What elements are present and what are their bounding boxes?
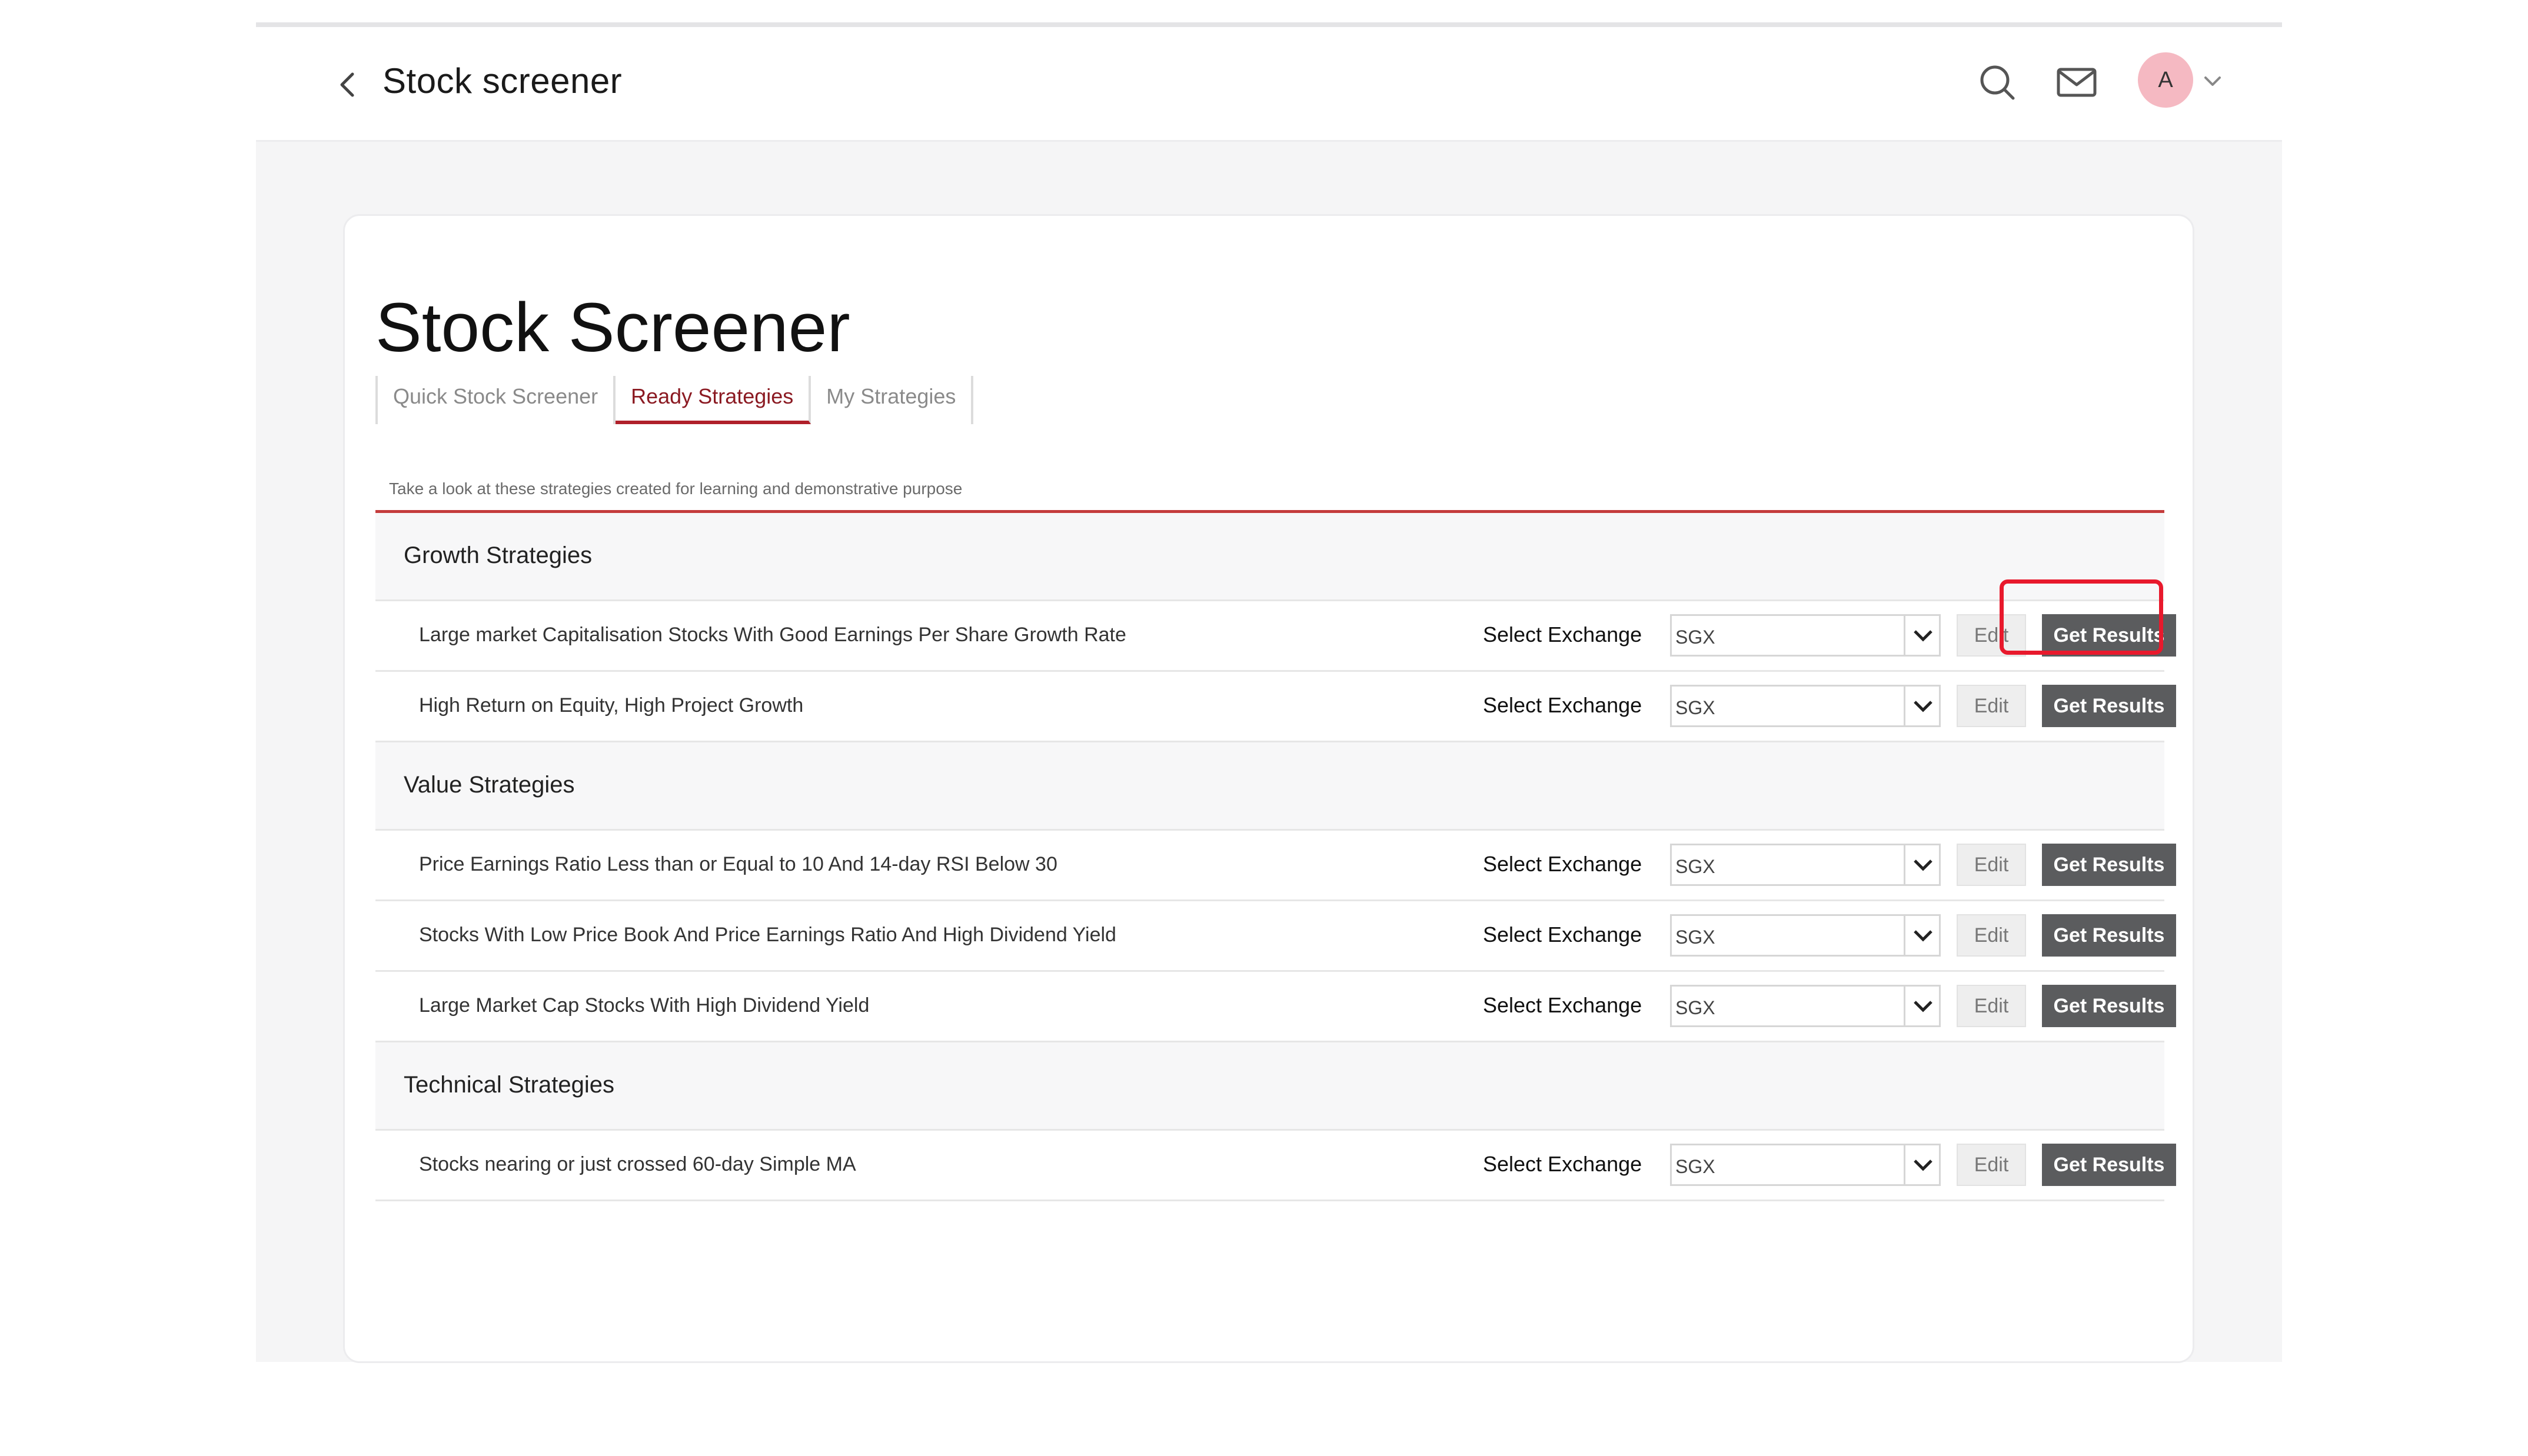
avatar[interactable]: A (2138, 52, 2193, 108)
tab-my-strategies[interactable]: My Strategies (811, 376, 974, 424)
strategy-name: Large Market Cap Stocks With High Divide… (419, 994, 870, 1017)
strategy-row: Large market Capitalisation Stocks With … (375, 601, 2176, 672)
strategy-row: High Return on Equity, High Project Grow… (375, 672, 2176, 742)
chevron-down-icon (1904, 845, 1939, 884)
exchange-select[interactable]: SGX (1670, 685, 1941, 727)
select-exchange-label: Select Exchange (1483, 852, 1642, 876)
exchange-value: SGX (1675, 1156, 1715, 1177)
select-exchange-label: Select Exchange (1483, 993, 1642, 1017)
mail-icon[interactable] (2054, 62, 2101, 104)
page-header-title: Stock screener (382, 61, 623, 101)
exchange-value: SGX (1675, 627, 1715, 648)
tab-quick-stock-screener[interactable]: Quick Stock Screener (375, 376, 616, 424)
chevron-down-icon (1904, 616, 1939, 655)
edit-button[interactable]: Edit (1957, 614, 2026, 657)
tab-bar: Quick Stock Screener Ready Strategies My… (375, 376, 974, 424)
section-header-technical: Technical Strategies (375, 1042, 2164, 1131)
strategy-row: Large Market Cap Stocks With High Divide… (375, 972, 2176, 1042)
tab-description: Take a look at these strategies created … (389, 479, 963, 498)
section-title: Technical Strategies (404, 1072, 614, 1098)
strategy-row: Stocks nearing or just crossed 60-day Si… (375, 1131, 2176, 1201)
page-title: Stock Screener (375, 289, 850, 367)
stock-screener-card: Stock Screener Quick Stock Screener Read… (343, 214, 2194, 1363)
section-title: Growth Strategies (404, 542, 593, 568)
exchange-value: SGX (1675, 856, 1715, 877)
exchange-select[interactable]: SGX (1670, 1144, 1941, 1186)
tab-ready-strategies[interactable]: Ready Strategies (616, 376, 811, 424)
edit-button[interactable]: Edit (1957, 844, 2026, 886)
exchange-select[interactable]: SGX (1670, 614, 1941, 657)
chevron-down-icon (1904, 1145, 1939, 1184)
strategy-name: High Return on Equity, High Project Grow… (419, 694, 804, 717)
strategy-row: Stocks With Low Price Book And Price Ear… (375, 901, 2176, 972)
strategy-name: Stocks nearing or just crossed 60-day Si… (419, 1153, 856, 1175)
section-title: Value Strategies (404, 772, 575, 798)
select-exchange-label: Select Exchange (1483, 622, 1642, 647)
section-header-value: Value Strategies (375, 742, 2164, 831)
app-window: Stock screener A Stock Screener Quick St… (256, 22, 2282, 1363)
get-results-button[interactable]: Get Results (2042, 985, 2176, 1027)
edit-button[interactable]: Edit (1957, 914, 2026, 957)
get-results-button[interactable]: Get Results (2042, 844, 2176, 886)
strategy-name: Price Earnings Ratio Less than or Equal … (419, 853, 1057, 875)
select-exchange-label: Select Exchange (1483, 693, 1642, 717)
top-bar: Stock screener A (256, 27, 2282, 142)
back-arrow-icon[interactable] (327, 61, 368, 108)
edit-button[interactable]: Edit (1957, 985, 2026, 1027)
edit-button[interactable]: Edit (1957, 1144, 2026, 1186)
chevron-down-icon[interactable] (2201, 69, 2224, 93)
chevron-down-icon (1904, 687, 1939, 725)
section-header-growth: Growth Strategies (375, 513, 2164, 601)
chevron-down-icon (1904, 916, 1939, 955)
exchange-value: SGX (1675, 697, 1715, 718)
edit-button[interactable]: Edit (1957, 685, 2026, 727)
exchange-value: SGX (1675, 997, 1715, 1018)
chevron-down-icon (1904, 987, 1939, 1025)
exchange-select[interactable]: SGX (1670, 914, 1941, 957)
select-exchange-label: Select Exchange (1483, 922, 1642, 947)
select-exchange-label: Select Exchange (1483, 1152, 1642, 1176)
get-results-button[interactable]: Get Results (2042, 1144, 2176, 1186)
get-results-button[interactable]: Get Results (2042, 614, 2176, 657)
strategy-row: Price Earnings Ratio Less than or Equal … (375, 831, 2176, 901)
strategy-name: Stocks With Low Price Book And Price Ear… (419, 924, 1116, 946)
get-results-button[interactable]: Get Results (2042, 685, 2176, 727)
search-icon[interactable] (1974, 59, 2021, 106)
strategy-name: Large market Capitalisation Stocks With … (419, 624, 1126, 646)
exchange-value: SGX (1675, 927, 1715, 948)
get-results-button[interactable]: Get Results (2042, 914, 2176, 957)
exchange-select[interactable]: SGX (1670, 985, 1941, 1027)
exchange-select[interactable]: SGX (1670, 844, 1941, 886)
